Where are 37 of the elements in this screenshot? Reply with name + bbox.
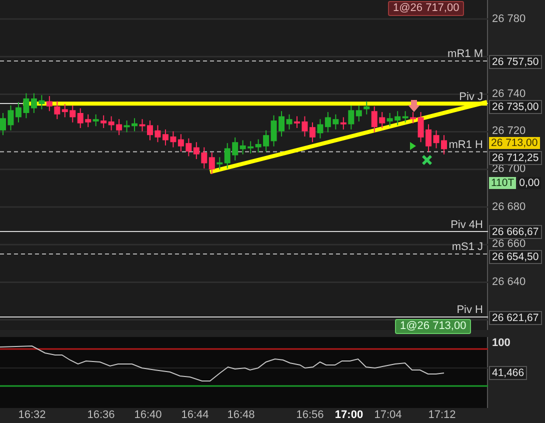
price-tag: 26 757,50 xyxy=(489,55,542,69)
time-label: 16:32 xyxy=(18,409,46,422)
order-badge[interactable]: 1@26 713,00 xyxy=(395,319,472,334)
time-label: 17:04 xyxy=(374,409,402,422)
price-tick-label: 26 780 xyxy=(492,14,526,24)
indicator-axis-label: 100 xyxy=(492,336,510,351)
indicator-value-tag: 41,466 xyxy=(489,366,528,380)
level-label: mR1 H xyxy=(448,138,483,151)
level-label: Piv 4H xyxy=(450,218,483,230)
price-tag: 26 654,50 xyxy=(489,250,542,264)
price-tag: 26 621,67 xyxy=(489,311,542,325)
level-label: Piv J xyxy=(459,90,483,102)
time-label: 16:44 xyxy=(181,409,209,422)
price-tag: 26 735,00 xyxy=(489,100,542,114)
arrow-down-icon xyxy=(408,100,420,112)
time-label: 16:56 xyxy=(296,409,324,422)
last-price-tag: 26 713,00 xyxy=(489,137,540,149)
price-tick-label: 26 640 xyxy=(492,276,526,288)
time-label: 16:40 xyxy=(134,409,162,422)
level-label: mR1 M xyxy=(448,48,483,60)
price-tick-label: 26 680 xyxy=(492,202,526,212)
price-tag: 26 666,67 xyxy=(489,225,542,239)
price-tag: 26 712,25 xyxy=(489,151,542,165)
price-tag: 0,00 xyxy=(518,177,541,189)
time-label: 16:36 xyxy=(87,409,115,422)
order-badge[interactable]: 1@26 717,00 xyxy=(388,1,464,16)
price-tick-label: 26 720 xyxy=(492,126,526,138)
volume-tag: 110T xyxy=(489,177,516,189)
price-tick-label: 26 660 xyxy=(492,239,526,250)
time-label: 16:48 xyxy=(227,409,255,422)
price-tick-label: 26 740 xyxy=(492,88,526,100)
level-label: mS1 J xyxy=(452,241,483,253)
cross-marker-icon xyxy=(422,155,432,165)
time-label: 17:12 xyxy=(428,409,456,422)
time-label: 17:00 xyxy=(334,409,364,422)
triangle-right-icon xyxy=(410,142,416,150)
level-label: Piv H xyxy=(456,304,483,316)
